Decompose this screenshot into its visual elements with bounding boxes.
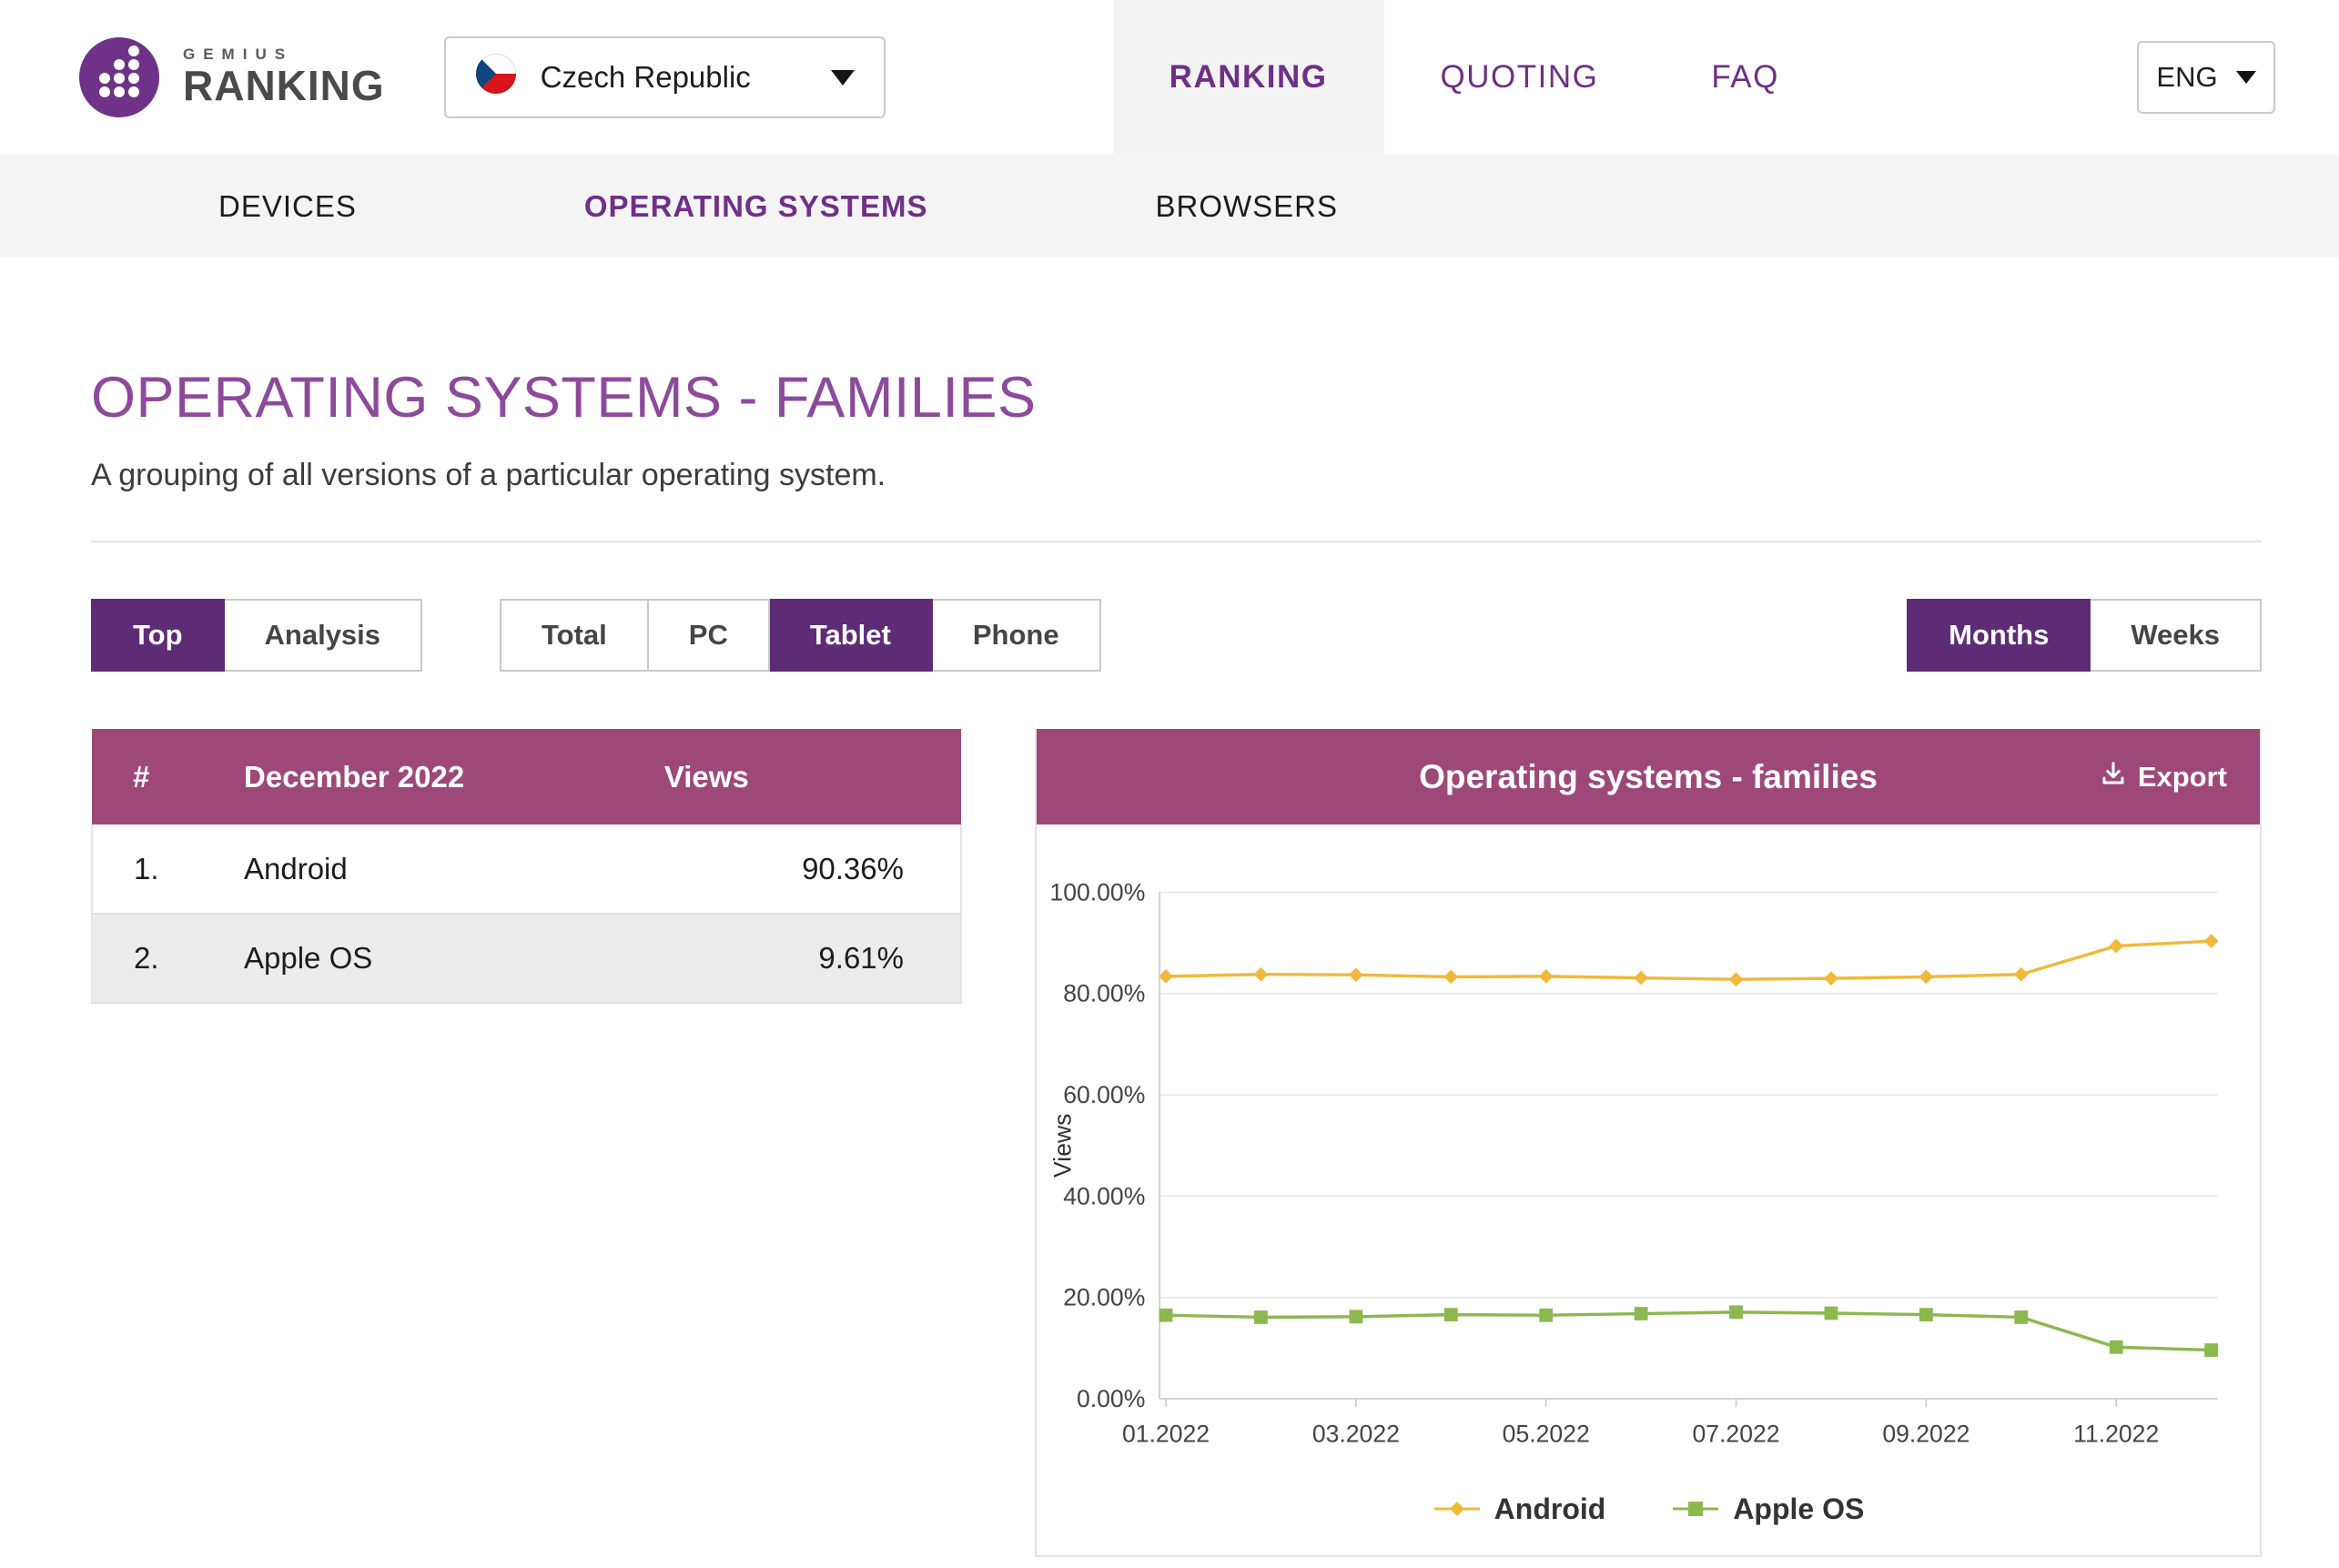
page-title: OPERATING SYSTEMS - FAMILIES <box>91 365 2262 430</box>
brand-ranking-label: RANKING <box>183 64 385 109</box>
apple-os-series-marker-icon <box>1671 1499 1720 1519</box>
os-name-cell: Android <box>233 824 664 914</box>
header: GEMIUS RANKING Czech Republic RANKING QU… <box>0 0 2339 155</box>
main-content: OPERATING SYSTEMS - FAMILIES A grouping … <box>0 365 2339 1568</box>
svg-text:Views: Views <box>1049 1114 1077 1178</box>
ranking-table: # December 2022 Views 1. Android 90.36% … <box>91 729 962 1004</box>
rank-cell: 1. <box>92 824 233 914</box>
language-selector[interactable]: ENG <box>2137 41 2275 114</box>
country-selector-value: Czech Republic <box>541 60 751 95</box>
svg-text:05.2022: 05.2022 <box>1503 1420 1590 1447</box>
column-period: December 2022 <box>233 729 664 824</box>
table-header-row: # December 2022 Views <box>92 729 961 824</box>
top-button[interactable]: Top <box>91 599 225 672</box>
svg-text:07.2022: 07.2022 <box>1692 1420 1779 1447</box>
rank-cell: 2. <box>92 914 233 1003</box>
column-rank: # <box>92 729 233 824</box>
pc-button[interactable]: PC <box>649 599 770 672</box>
chevron-down-icon <box>2236 71 2256 84</box>
svg-text:03.2022: 03.2022 <box>1312 1420 1400 1447</box>
svg-text:80.00%: 80.00% <box>1063 980 1145 1007</box>
legend-item-apple-os[interactable]: Apple OS <box>1671 1492 1864 1526</box>
legend-apple-os-label: Apple OS <box>1733 1492 1864 1526</box>
export-button[interactable]: Export <box>2100 729 2227 824</box>
chart-title: Operating systems - families <box>1419 758 1878 796</box>
brand-gemius-label: GEMIUS <box>183 46 385 64</box>
weeks-button[interactable]: Weeks <box>2091 599 2262 672</box>
country-selector[interactable]: Czech Republic <box>444 36 886 118</box>
brand-logo[interactable]: GEMIUS RANKING <box>77 35 385 119</box>
chart-legend: Android Apple OS <box>1048 1492 2249 1539</box>
view-toggle-group: Top Analysis <box>91 599 422 672</box>
chart-panel-header: Operating systems - families Export <box>1037 729 2260 824</box>
svg-text:11.2022: 11.2022 <box>2073 1420 2159 1447</box>
period-toggle-group: Months Weeks <box>1907 599 2262 672</box>
content-row: # December 2022 Views 1. Android 90.36% … <box>91 729 2262 1568</box>
brand-text: GEMIUS RANKING <box>183 46 385 109</box>
legend-item-android[interactable]: Android <box>1433 1492 1606 1526</box>
column-views: Views <box>664 729 961 824</box>
divider <box>91 541 2262 542</box>
chevron-down-icon <box>831 70 855 86</box>
legend-android-label: Android <box>1494 1492 1606 1526</box>
table-row: 2. Apple OS 9.61% <box>92 914 961 1003</box>
total-button[interactable]: Total <box>500 599 649 672</box>
os-name-cell: Apple OS <box>233 914 664 1003</box>
analysis-button[interactable]: Analysis <box>225 599 423 672</box>
phone-button[interactable]: Phone <box>933 599 1101 672</box>
table-row: 1. Android 90.36% <box>92 824 961 914</box>
svg-text:20.00%: 20.00% <box>1063 1284 1145 1311</box>
views-cell: 9.61% <box>664 914 961 1003</box>
main-nav: RANKING QUOTING FAQ <box>1113 0 1836 155</box>
device-toggle-group: Total PC Tablet Phone <box>500 599 1101 672</box>
chart-body: 0.00% 20.00% 40.00% 60.00% 80.00% 100.00% 01.2… <box>1037 824 2260 1555</box>
language-selector-value: ENG <box>2156 61 2217 94</box>
svg-text:01.2022: 01.2022 <box>1122 1420 1210 1447</box>
svg-text:40.00%: 40.00% <box>1063 1182 1145 1209</box>
chart-panel: Operating systems - families Export 0.00… <box>1035 729 2262 1557</box>
android-series-marker-icon <box>1433 1499 1482 1519</box>
toolbar: Top Analysis Total PC Tablet Phone Month… <box>91 599 2262 672</box>
download-icon <box>2100 760 2127 794</box>
export-label: Export <box>2138 761 2227 794</box>
svg-text:09.2022: 09.2022 <box>1882 1420 1969 1447</box>
nav-ranking[interactable]: RANKING <box>1113 0 1384 155</box>
nav-quoting[interactable]: QUOTING <box>1384 0 1656 155</box>
subnav-operating-systems[interactable]: OPERATING SYSTEMS <box>584 189 928 224</box>
tablet-button[interactable]: Tablet <box>770 599 933 672</box>
months-button[interactable]: Months <box>1907 599 2091 672</box>
views-cell: 90.36% <box>664 824 961 914</box>
gemius-logo-icon <box>77 35 161 119</box>
svg-text:100.00%: 100.00% <box>1049 878 1145 905</box>
subnav-devices[interactable]: DEVICES <box>218 189 357 224</box>
subnav-browsers[interactable]: BROWSERS <box>1155 189 1338 224</box>
nav-faq[interactable]: FAQ <box>1655 0 1836 155</box>
subnav: DEVICES OPERATING SYSTEMS BROWSERS <box>0 155 2339 258</box>
svg-text:60.00%: 60.00% <box>1063 1081 1145 1108</box>
os-families-line-chart[interactable]: 0.00% 20.00% 40.00% 60.00% 80.00% 100.00% 01.2… <box>1048 861 2249 1489</box>
page-subtitle: A grouping of all versions of a particul… <box>91 458 2262 493</box>
svg-text:0.00%: 0.00% <box>1077 1385 1145 1412</box>
czech-flag-icon <box>475 53 517 102</box>
